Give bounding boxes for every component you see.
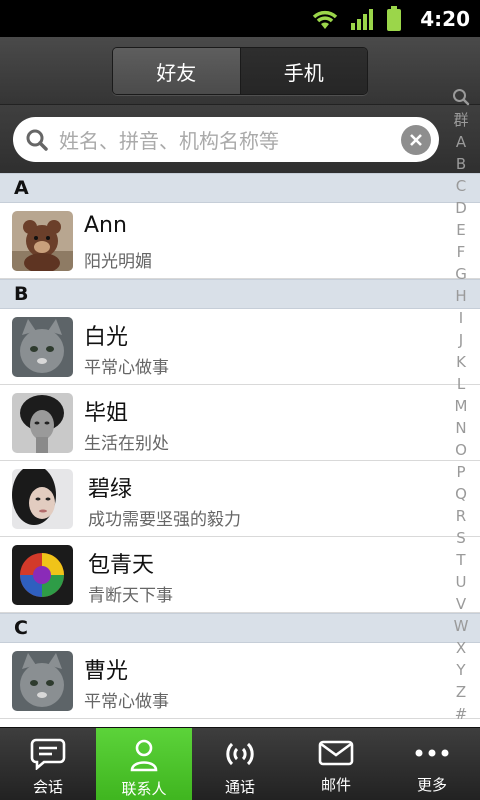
index-letter[interactable]: L: [457, 377, 465, 392]
index-letter[interactable]: N: [455, 421, 466, 436]
index-search-icon[interactable]: [452, 88, 470, 106]
index-letter[interactable]: C: [456, 179, 466, 194]
index-letter[interactable]: R: [456, 509, 466, 524]
index-letter[interactable]: Y: [456, 663, 465, 678]
index-letter[interactable]: H: [455, 289, 466, 304]
index-letter[interactable]: J: [459, 333, 463, 348]
contact-name: 曹光: [84, 659, 129, 684]
index-letter[interactable]: #: [455, 707, 468, 722]
close-icon: [410, 133, 422, 146]
tab-label: 通话: [224, 778, 255, 796]
envelope-icon: [318, 740, 354, 766]
index-letter[interactable]: X: [456, 641, 466, 656]
segmented-control: 好友 手机: [112, 47, 368, 95]
tab-friends[interactable]: 好友: [113, 48, 241, 94]
tab-label: 邮件: [320, 776, 351, 794]
alphabet-index[interactable]: 群 A B C D E F G H I J K L M N O P Q R S …: [446, 88, 476, 722]
phone-signal-icon: [226, 742, 254, 766]
battery-icon: [387, 5, 402, 31]
contact-list[interactable]: A Ann 阳光明媚 B 白光 平常心做事 毕姐 生活在别处 碧绿 成功需要坚强…: [0, 173, 480, 727]
avatar: [12, 469, 73, 529]
search-icon: [26, 129, 48, 151]
wifi-icon: [313, 10, 338, 29]
contact-name: 碧绿: [88, 477, 133, 502]
clear-search-button[interactable]: [401, 124, 431, 155]
tab-friends-label: 好友: [156, 60, 197, 85]
index-letter[interactable]: B: [456, 157, 466, 172]
header-bar: 好友 手机: [0, 37, 480, 105]
contact-signature: 成功需要坚强的毅力: [88, 510, 241, 530]
index-letter[interactable]: P: [456, 465, 465, 480]
search-input[interactable]: 姓名、拼音、机构名称等: [13, 117, 439, 162]
contact-signature: 生活在别处: [84, 434, 169, 454]
section-header-c: C: [0, 613, 480, 643]
search-area: 姓名、拼音、机构名称等: [0, 105, 480, 173]
section-header-b: B: [0, 279, 480, 309]
index-letter[interactable]: I: [459, 311, 463, 326]
contact-name: 包青天: [88, 553, 155, 578]
contact-signature: 阳光明媚: [84, 252, 152, 272]
tab-label: 更多: [416, 776, 447, 794]
avatar: [12, 545, 73, 605]
tab-label: 联系人: [121, 780, 167, 798]
signal-icon: [351, 8, 374, 30]
contact-row[interactable]: 白光 平常心做事: [0, 309, 480, 385]
status-bar: 4:20: [0, 0, 480, 37]
tab-contacts[interactable]: 联系人: [96, 728, 192, 800]
avatar: [12, 211, 73, 271]
index-letter[interactable]: K: [456, 355, 466, 370]
status-time: 4:20: [420, 6, 470, 31]
more-dots-icon: [415, 749, 449, 757]
contact-name: Ann: [84, 213, 127, 238]
tab-label: 会话: [32, 778, 63, 796]
index-letter[interactable]: U: [456, 575, 467, 590]
index-letter[interactable]: Z: [456, 685, 466, 700]
contact-row[interactable]: 曹光 平常心做事: [0, 643, 480, 719]
tab-calls[interactable]: 通话: [192, 728, 288, 800]
index-letter[interactable]: D: [455, 201, 467, 216]
contact-row[interactable]: Ann 阳光明媚: [0, 203, 480, 279]
tab-mail[interactable]: 邮件: [288, 728, 384, 800]
index-letter[interactable]: F: [457, 245, 466, 260]
index-letter[interactable]: G: [455, 267, 467, 282]
contact-row[interactable]: 碧绿 成功需要坚强的毅力: [0, 461, 480, 537]
tab-more[interactable]: 更多: [384, 728, 480, 800]
index-letter[interactable]: M: [455, 399, 468, 414]
contact-row[interactable]: 毕姐 生活在别处: [0, 385, 480, 461]
tab-phone[interactable]: 手机: [240, 48, 367, 94]
section-header-a: A: [0, 173, 480, 203]
index-letter[interactable]: T: [456, 553, 465, 568]
contact-signature: 青断天下事: [88, 586, 173, 606]
search-placeholder: 姓名、拼音、机构名称等: [59, 129, 279, 153]
contact-signature: 平常心做事: [84, 358, 169, 378]
index-letter[interactable]: S: [456, 531, 466, 546]
index-letter[interactable]: Q: [455, 487, 467, 502]
contact-signature: 平常心做事: [84, 692, 169, 712]
index-letter[interactable]: A: [456, 135, 466, 150]
contact-name: 白光: [84, 325, 129, 350]
chat-bubble-icon: [30, 738, 66, 770]
index-letter[interactable]: W: [454, 619, 469, 634]
index-letter[interactable]: O: [455, 443, 467, 458]
index-letter[interactable]: E: [456, 223, 465, 238]
contact-name: 毕姐: [84, 401, 129, 426]
tab-phone-label: 手机: [283, 60, 324, 85]
index-letter[interactable]: V: [456, 597, 466, 612]
avatar: [12, 393, 73, 453]
avatar: [12, 317, 73, 377]
bottom-tab-bar: 会话 联系人 通话 邮件 更多: [0, 727, 480, 800]
avatar: [12, 651, 73, 711]
index-letter[interactable]: 群: [453, 113, 468, 128]
person-icon: [130, 739, 158, 772]
tab-conversations[interactable]: 会话: [0, 728, 96, 800]
contact-row[interactable]: 包青天 青断天下事: [0, 537, 480, 613]
